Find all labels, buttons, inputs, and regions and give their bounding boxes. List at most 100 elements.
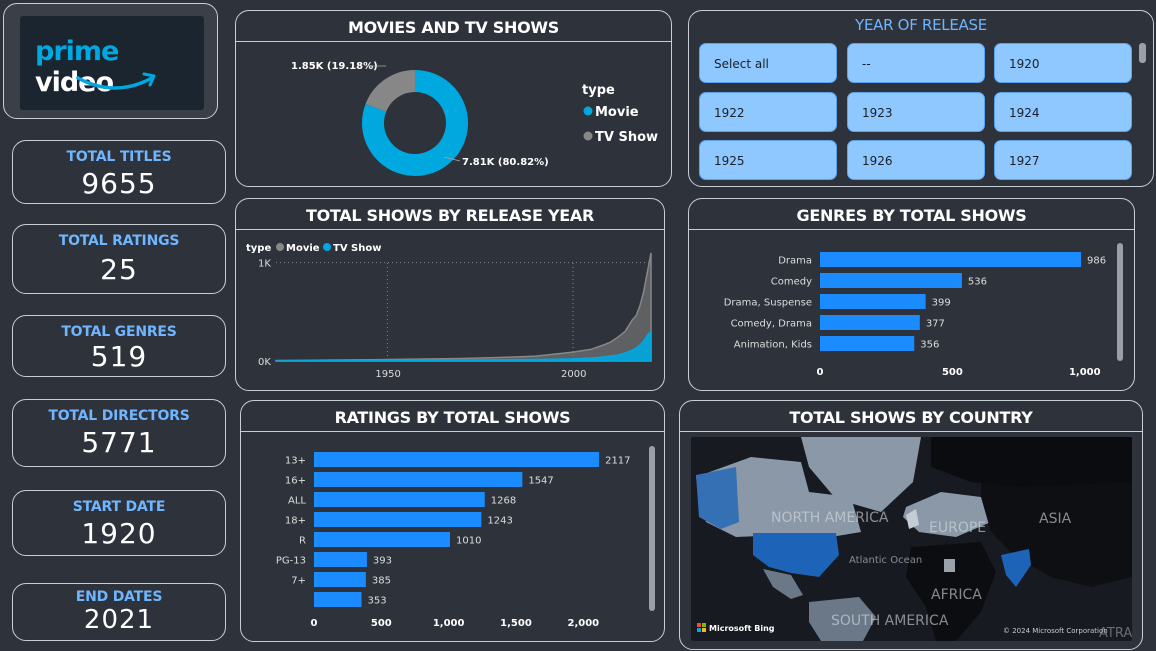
year-option-1920[interactable]: 1920 (994, 43, 1132, 83)
x-tick-label: 500 (942, 367, 963, 378)
category-label: 7+ (291, 576, 306, 587)
year-option-1923[interactable]: 1923 (847, 92, 985, 132)
donut-chart: 1.85K (19.18%) 7.81K (80.82%) type Movie TV … (291, 61, 658, 176)
category-label: Drama (778, 256, 812, 267)
category-label: Drama, Suspense (724, 298, 812, 309)
slicer-scrollbar[interactable] (1139, 43, 1146, 63)
option-label: 1927 (1009, 154, 1040, 168)
year-option-blank[interactable]: -- (847, 43, 985, 83)
legend-marker (583, 131, 593, 141)
category-label: Comedy (771, 277, 812, 288)
movies-tv-panel: MOVIES AND TV SHOWS 1.85K (19.18%) 7.81K … (235, 10, 672, 187)
data-label: 385 (372, 576, 391, 587)
data-label: 986 (1087, 256, 1106, 267)
genre-scrollbar[interactable] (1117, 243, 1123, 361)
country-map-panel: TOTAL SHOWS BY COUNTRY NORTH AMERICA EUR… (679, 400, 1143, 650)
bar (314, 552, 367, 567)
map-label-north-america: NORTH AMERICA (771, 510, 889, 526)
donut-label-movie: 7.81K (80.82%) (462, 157, 549, 168)
category-label: 16+ (285, 476, 306, 487)
map-copyright: © 2024 Microsoft Corporation (1003, 627, 1108, 635)
kpi-total-ratings: TOTAL RATINGS 25 (12, 224, 226, 294)
data-label: 1010 (456, 536, 481, 547)
bar (314, 572, 366, 587)
x-tick-label: 0 (311, 618, 318, 629)
genres-panel: GENRES BY TOTAL SHOWS Drama 986 Comedy 536 D… (688, 198, 1135, 391)
area-series-movie (275, 252, 652, 362)
y-tick-label: 0K (258, 357, 271, 368)
data-label: 1547 (528, 476, 553, 487)
kpi-start-date: START DATE 1920 (12, 490, 226, 556)
donut-label-tv-show: 1.85K (19.18%) (291, 61, 378, 72)
option-label: 1923 (862, 106, 893, 120)
kpi-total-directors: TOTAL DIRECTORS 5771 (12, 399, 226, 467)
year-option-1927[interactable]: 1927 (994, 140, 1132, 180)
data-label: 399 (932, 298, 951, 309)
year-option-1926[interactable]: 1926 (847, 140, 985, 180)
legend-title: type (582, 83, 615, 98)
category-label: R (299, 536, 306, 547)
kpi-value: 25 (100, 253, 138, 286)
data-label: 356 (920, 340, 939, 351)
map-label-south-america: SOUTH AMERICA (831, 613, 949, 629)
amazon-smile-icon (76, 72, 156, 90)
bar (820, 294, 926, 309)
bar (314, 532, 451, 547)
bar (314, 452, 600, 467)
rating-scrollbar[interactable] (649, 446, 655, 611)
area-chart: 0K 1K 1950 2000 type Movie TV Show (246, 243, 652, 380)
legend-item: Movie (595, 105, 639, 120)
year-option-1925[interactable]: 1925 (699, 140, 837, 180)
x-tick-label: 0 (817, 367, 824, 378)
map-attribution: Microsoft Bing (709, 624, 775, 633)
kpi-total-genres: TOTAL GENRES 519 (12, 315, 226, 377)
bar (820, 336, 915, 351)
legend-item: Movie (286, 243, 320, 254)
x-tick-label: 2,000 (568, 618, 600, 629)
kpi-value: 2021 (83, 605, 155, 635)
option-label: 1922 (714, 106, 745, 120)
legend-item: TV Show (333, 243, 381, 254)
x-tick-label: 1950 (375, 369, 400, 380)
kpi-label: TOTAL RATINGS (58, 233, 180, 249)
bar (314, 512, 482, 527)
x-tick-label: 500 (371, 618, 392, 629)
world-map-shapes: NORTH AMERICA EUROPE ASIA AFRICA SOUTH A… (696, 437, 1132, 641)
country-map[interactable]: NORTH AMERICA EUROPE ASIA AFRICA SOUTH A… (691, 437, 1132, 641)
year-option-1922[interactable]: 1922 (699, 92, 837, 132)
bar (314, 592, 362, 607)
kpi-end-dates: END DATES 2021 (12, 583, 226, 641)
prime-video-logo: prime video (20, 16, 204, 110)
option-label: 1926 (862, 154, 893, 168)
x-tick-label: 2000 (561, 369, 586, 380)
year-option-1924[interactable]: 1924 (994, 92, 1132, 132)
data-label: 353 (368, 596, 387, 607)
category-label: ALL (288, 496, 306, 507)
x-tick-label: 1,000 (1069, 367, 1101, 378)
option-label: 1925 (714, 154, 745, 168)
category-label: Animation, Kids (734, 340, 812, 351)
option-label: Select all (714, 57, 769, 71)
legend-marker (323, 243, 331, 251)
kpi-label: TOTAL GENRES (61, 324, 177, 340)
category-label: 13+ (285, 456, 306, 467)
data-label: 536 (968, 277, 987, 288)
y-tick-label: 1K (258, 259, 271, 270)
year-option-select-all[interactable]: Select all (699, 43, 837, 83)
bar (820, 315, 920, 330)
category-label: PG-13 (276, 556, 306, 567)
kpi-label: TOTAL TITLES (66, 149, 172, 165)
map-label-africa: AFRICA (931, 587, 982, 603)
kpi-value: 1920 (81, 517, 157, 550)
year-slicer-panel: YEAR OF RELEASE Select all -- 1920 1922 … (688, 10, 1154, 187)
slicer-title: YEAR OF RELEASE (855, 16, 987, 34)
category-label: 18+ (285, 516, 306, 527)
legend-marker (276, 243, 284, 251)
kpi-label: END DATES (75, 589, 163, 605)
ratings-panel: RATINGS BY TOTAL SHOWS 13+ 2117 16+ 1547 ALL… (240, 400, 665, 642)
legend-title: type (246, 243, 271, 254)
legend-item: TV Show (595, 130, 658, 145)
option-label: 1920 (1009, 57, 1040, 71)
x-tick-label: 1,500 (500, 618, 532, 629)
data-label: 377 (926, 319, 945, 330)
